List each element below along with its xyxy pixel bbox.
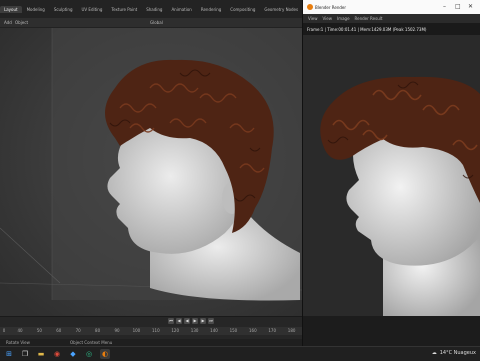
windows-start-icon[interactable]: ⊞ — [4, 349, 14, 359]
play-reverse-button[interactable]: ◀ — [184, 318, 190, 324]
workspace-tab[interactable]: Shading — [142, 6, 166, 13]
windows-taskbar: ⊞ ❐ ▬ ◉ ◆ ◎ ◐ ☁ 14°C Nuageux — [0, 346, 480, 361]
playback-controls: ⏮ ◀ ◀ ▶ ▶ ⏭ — [168, 318, 214, 325]
workspace-tab[interactable]: Modeling — [23, 6, 49, 13]
frame-tick-label: 90 — [114, 328, 120, 333]
jump-end-button[interactable]: ⏭ — [208, 318, 214, 324]
render-image-content — [303, 35, 480, 316]
blender-taskbar-icon[interactable]: ◐ — [100, 349, 110, 359]
render-info-bar: Frame:1 | Time:00:01.41 | Mem:1429.03M (… — [303, 23, 480, 35]
render-window-title: Blender Render — [315, 5, 347, 10]
jump-start-button[interactable]: ⏮ — [168, 318, 174, 324]
workspace-tab[interactable]: Sculpting — [50, 6, 77, 13]
frame-tick-label: 130 — [190, 328, 199, 333]
frame-tick-label: 120 — [171, 328, 180, 333]
store-icon[interactable]: ◆ — [68, 349, 78, 359]
menu-add[interactable]: Add — [4, 20, 12, 25]
weather-widget[interactable]: 14°C Nuageux — [440, 350, 476, 356]
blender-logo-icon — [307, 4, 313, 10]
weather-icon: ☁ — [431, 350, 437, 356]
render-window: Blender Render – □ ✕ View View Image Ren… — [302, 0, 480, 346]
menu-view-2[interactable]: View — [323, 16, 333, 21]
frame-tick-label: 100 — [132, 328, 141, 333]
viewport-scene — [0, 28, 302, 316]
frame-tick-label: 180 — [287, 328, 296, 333]
current-frame-label: 0 — [2, 328, 6, 333]
frame-tick-label: 150 — [229, 328, 238, 333]
frame-tick-label: 70 — [75, 328, 81, 333]
edge-icon[interactable]: ◎ — [84, 349, 94, 359]
render-result-image[interactable] — [303, 35, 480, 316]
workspace-tab[interactable]: Rendering — [197, 6, 225, 13]
status-rotate-view: Rotate View — [6, 340, 30, 345]
workspace-tab[interactable]: Layout — [0, 5, 22, 13]
render-stats: Frame:1 | Time:00:01.41 | Mem:1429.03M (… — [307, 27, 427, 32]
workspace-tab[interactable]: Animation — [167, 6, 195, 13]
3d-viewport[interactable] — [0, 28, 302, 316]
render-titlebar: Blender Render – □ ✕ — [303, 0, 480, 14]
frame-tick-label: 140 — [210, 328, 218, 333]
status-context-menu: Object Context Menu — [70, 340, 113, 345]
maximize-icon[interactable]: □ — [455, 3, 461, 10]
frame-tick-label: 50 — [36, 328, 42, 333]
minimize-icon[interactable]: – — [443, 3, 446, 10]
frame-ruler[interactable]: 0 40 50 60 70 80 90 100 110 120 130 140 150 160 170 18… — [0, 327, 302, 335]
status-bar: Rotate View Object Context Menu — [0, 339, 302, 346]
menu-image[interactable]: Image — [337, 16, 350, 21]
next-keyframe-button[interactable]: ▶ — [200, 318, 206, 324]
prev-keyframe-button[interactable]: ◀ — [176, 318, 182, 324]
play-button[interactable]: ▶ — [192, 318, 198, 324]
frame-tick-label: 40 — [17, 328, 23, 333]
blender-main-window: Layout Modeling Sculpting UV Editing Texture… — [0, 0, 302, 346]
frame-tick-label: 160 — [248, 328, 257, 333]
frame-tick-label: 80 — [95, 328, 101, 333]
viewport-header: Add Object Global — [0, 18, 302, 28]
close-icon[interactable]: ✕ — [468, 3, 473, 10]
render-slot-select[interactable]: Render Result — [355, 16, 383, 21]
file-explorer-icon[interactable]: ▬ — [36, 349, 46, 359]
task-view-icon[interactable]: ❐ — [20, 349, 30, 359]
menu-object[interactable]: Object — [15, 20, 28, 25]
frame-tick-label: 60 — [56, 328, 62, 333]
workspace-tabs: Layout Modeling Sculpting UV Editing Texture… — [0, 0, 302, 18]
frame-tick-label: 110 — [151, 328, 160, 333]
system-tray: ☁ 14°C Nuageux — [432, 350, 476, 356]
menu-view-1[interactable]: View — [308, 16, 318, 21]
image-editor-header: View View Image Render Result — [303, 14, 480, 23]
frame-tick-label: 170 — [268, 328, 277, 333]
workspace-tab[interactable]: Texture Paint — [107, 6, 141, 13]
transform-orientation-select[interactable]: Global — [150, 20, 163, 25]
workspace-tab[interactable]: Geometry Nodes — [260, 6, 302, 13]
chrome-icon[interactable]: ◉ — [52, 349, 62, 359]
workspace-tab[interactable]: UV Editing — [78, 6, 107, 13]
render-window-footer — [303, 316, 480, 346]
workspace-tab[interactable]: Compositing — [226, 6, 259, 13]
